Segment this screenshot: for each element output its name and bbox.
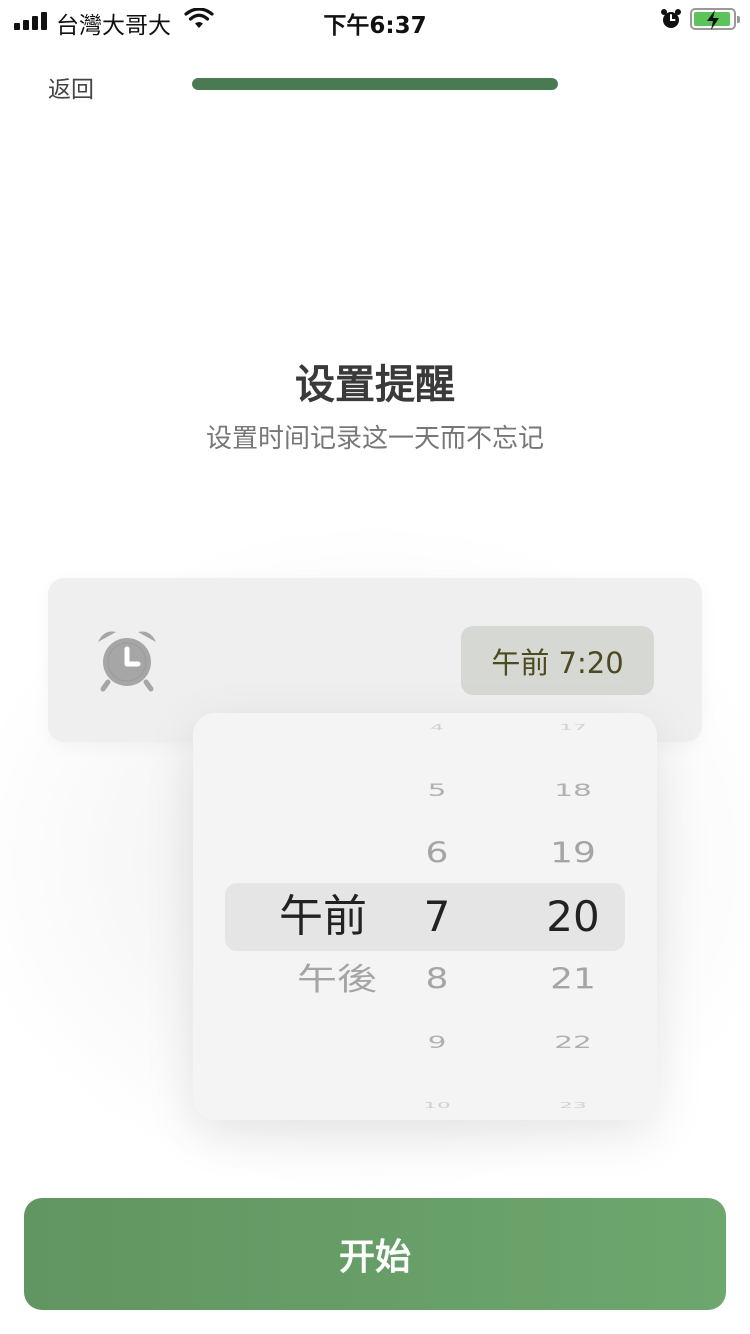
progress-fill (192, 78, 558, 90)
hour-option[interactable]: 9 (397, 1034, 477, 1052)
hour-option[interactable]: 7 (397, 896, 477, 938)
reminder-time-button[interactable]: 午前 7:20 (461, 626, 654, 695)
hour-option[interactable]: 8 (397, 966, 477, 994)
page-subtitle: 设置时间记录这一天而不忘记 (205, 424, 544, 454)
minute-wheel[interactable]: 17 18 19 20 21 22 23 (523, 713, 623, 1120)
hour-option[interactable]: 10 (397, 1102, 477, 1110)
back-button[interactable]: 返回 (48, 70, 94, 104)
page-title: 设置提醒 (295, 362, 455, 408)
minute-option[interactable]: 21 (523, 966, 623, 994)
status-bar: 台灣大哥大 下午6:37 (0, 0, 750, 40)
screen: 台灣大哥大 下午6:37 返回 设置提醒 设置时间记录这一天而不忘记 午前 7:… (0, 0, 750, 1334)
minute-option[interactable]: 18 (523, 782, 623, 800)
period-option[interactable]: 午前 (233, 895, 413, 939)
hour-option[interactable]: 6 (397, 840, 477, 868)
alarm-status-icon (660, 8, 682, 34)
progress-bar (192, 78, 558, 90)
minute-option[interactable]: 23 (523, 1102, 623, 1110)
minute-option[interactable]: 20 (523, 896, 623, 938)
hour-option[interactable]: 4 (397, 724, 477, 732)
alarm-clock-icon (94, 626, 160, 696)
status-time: 下午6:37 (323, 13, 427, 39)
start-button[interactable]: 开始 (24, 1198, 726, 1310)
period-wheel[interactable]: 午前 午後 (233, 713, 413, 1120)
minute-option[interactable]: 17 (523, 724, 623, 732)
hour-wheel[interactable]: 4 5 6 7 8 9 10 (397, 713, 477, 1120)
hour-option[interactable]: 5 (397, 782, 477, 800)
time-picker[interactable]: 午前 午後 4 5 6 7 8 9 10 17 18 19 20 21 22 23 (193, 713, 657, 1120)
battery-icon (690, 8, 740, 30)
minute-option[interactable]: 22 (523, 1034, 623, 1052)
minute-option[interactable]: 19 (523, 840, 623, 868)
